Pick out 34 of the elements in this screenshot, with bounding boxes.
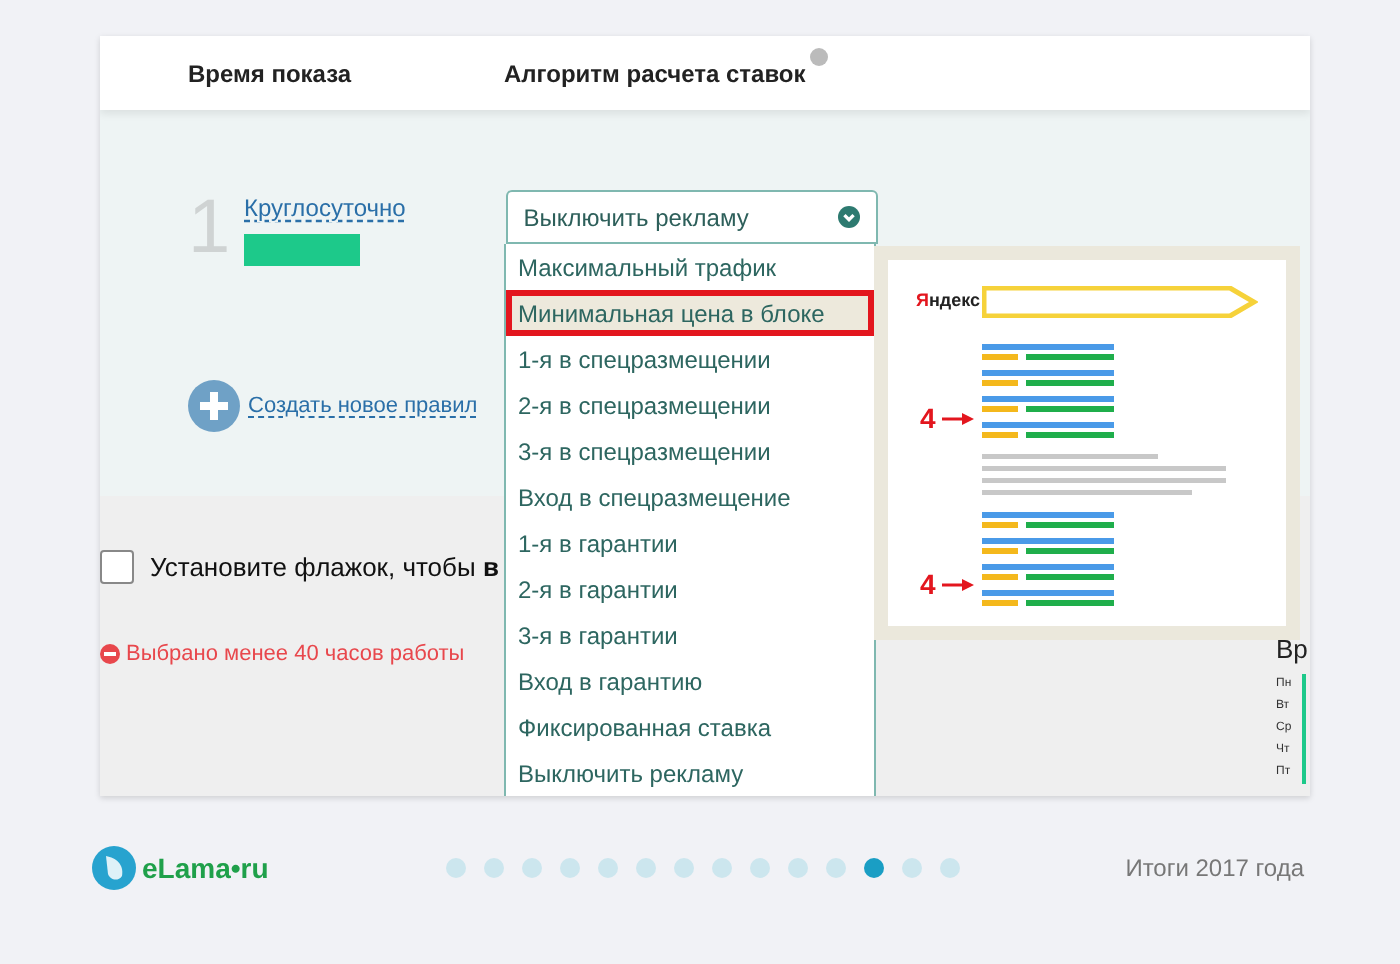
error-message: Выбрано менее 40 часов работы	[126, 639, 465, 669]
arrow-icon	[941, 577, 974, 591]
option-item[interactable]: 3-я в гарантии	[506, 612, 874, 658]
option-item[interactable]: 2-я в спецразмещении	[506, 382, 874, 428]
plus-icon[interactable]	[188, 380, 240, 432]
footer-caption: Итоги 2017 года	[1125, 852, 1304, 886]
option-item[interactable]: Максимальный трафик	[506, 244, 874, 290]
option-item[interactable]: Выключить рекламу	[506, 750, 874, 796]
brand-label: Яндекс	[916, 290, 981, 310]
column-header: Алгоритм расчета ставок	[504, 57, 806, 91]
checkbox-label: Установите флажок, чтобы в	[150, 550, 499, 586]
marker-label: 4	[920, 404, 936, 432]
option-item[interactable]: 1-я в гарантии	[506, 520, 874, 566]
option-item[interactable]: 1-я в спецразмещении	[506, 336, 874, 382]
algorithm-select[interactable]: Выключить рекламу	[505, 190, 878, 244]
option-item[interactable]: Минимальная цена в блоке	[506, 290, 874, 336]
arrow-icon	[941, 411, 974, 425]
search-bar-icon	[982, 286, 1258, 318]
panel-title: Вр	[1276, 634, 1308, 666]
logo-icon	[92, 846, 136, 890]
option-item[interactable]: 2-я в гарантии	[506, 566, 874, 612]
chevron-icon	[837, 206, 860, 228]
option-item[interactable]: Вход в спецразмещение	[506, 474, 874, 520]
marker-label: 4	[920, 570, 936, 598]
option-item[interactable]: 3-я в спецразмещении	[506, 428, 874, 474]
checkbox[interactable]	[100, 550, 134, 585]
error-icon	[100, 643, 120, 664]
create-rule-link[interactable]: Создать новое правил	[248, 389, 478, 423]
time-link[interactable]: Круглосуточно	[244, 194, 406, 222]
option-item[interactable]: Вход в гарантию	[506, 658, 874, 704]
logo-text: eLama•ru	[142, 849, 269, 887]
column-header: Время показа	[188, 57, 352, 91]
help-icon[interactable]	[809, 47, 828, 65]
option-item[interactable]: Фиксированная ставка	[506, 704, 874, 750]
